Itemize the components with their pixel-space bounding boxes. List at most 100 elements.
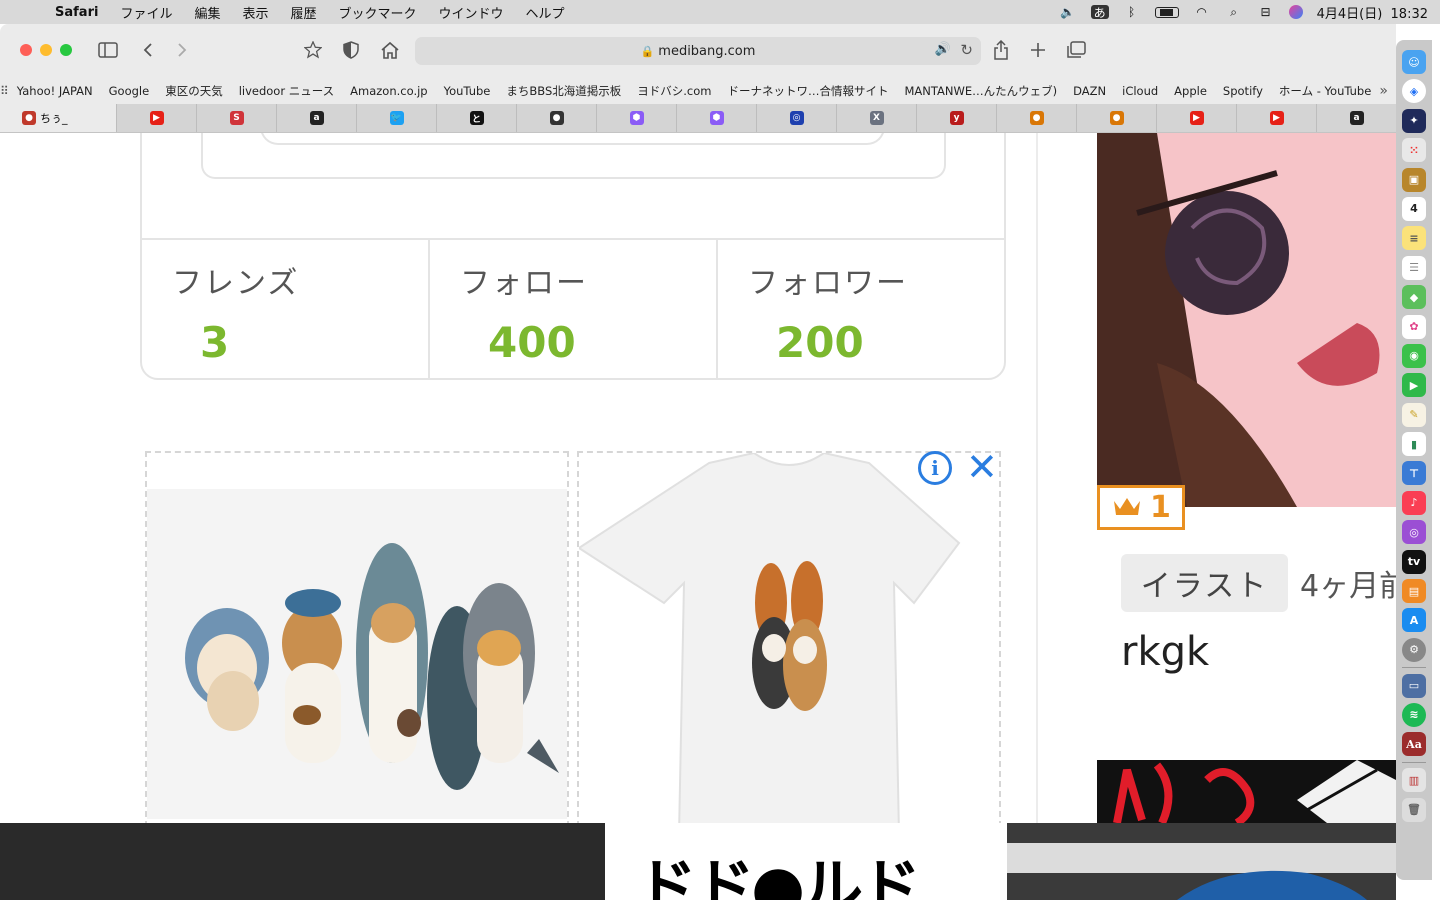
photos-icon[interactable]: ✿ bbox=[1402, 314, 1426, 339]
favorite-link[interactable]: Yahoo! JAPAN bbox=[9, 84, 101, 98]
favorite-link[interactable]: iCloud bbox=[1114, 84, 1166, 98]
favorite-link[interactable]: 東区の天気 bbox=[157, 83, 231, 99]
wifi-icon[interactable]: ◠ bbox=[1193, 5, 1211, 19]
trash-icon[interactable]: 🗑 bbox=[1402, 797, 1426, 822]
address-bar[interactable]: 🔒 medibang.com 🔊 ↻ bbox=[415, 37, 981, 65]
back-button-icon[interactable] bbox=[138, 38, 158, 62]
maps-icon[interactable]: ◆ bbox=[1402, 285, 1426, 310]
facetime-icon[interactable]: ▶ bbox=[1402, 373, 1426, 398]
favorites-grid-icon[interactable]: ⠿ bbox=[0, 84, 9, 98]
ad-info-icon[interactable]: i bbox=[918, 451, 952, 485]
tab-pinned[interactable]: と bbox=[436, 104, 516, 132]
forward-button-icon[interactable] bbox=[172, 38, 192, 62]
books-icon[interactable]: ▤ bbox=[1402, 579, 1426, 604]
freeform-icon[interactable]: ✎ bbox=[1402, 402, 1426, 427]
ad-product-tshirt[interactable] bbox=[577, 451, 1001, 823]
tab-pinned[interactable]: ⬢ bbox=[596, 104, 676, 132]
artwork-title[interactable]: rkgk bbox=[1121, 629, 1209, 675]
music-icon[interactable]: ♪ bbox=[1402, 490, 1426, 515]
favorite-link[interactable]: まちBBS北海道掲示板 bbox=[498, 83, 629, 99]
favorite-link[interactable]: DAZN bbox=[1065, 84, 1114, 98]
tab-pinned[interactable]: ● bbox=[1076, 104, 1156, 132]
launchpad-icon[interactable]: ✦ bbox=[1402, 108, 1426, 133]
dark-banner[interactable] bbox=[0, 823, 605, 900]
favorite-link[interactable]: ホーム - YouTube bbox=[1271, 83, 1379, 99]
tab-active[interactable]: ● ちぅ_ bbox=[0, 104, 116, 132]
tab-pinned[interactable]: X bbox=[836, 104, 916, 132]
ad-close-icon[interactable]: ✕ bbox=[966, 445, 998, 489]
favorite-link[interactable]: Apple bbox=[1166, 84, 1215, 98]
safari-icon[interactable]: ◈ bbox=[1402, 79, 1426, 104]
sidebar-toggle-icon[interactable] bbox=[96, 38, 120, 62]
volume-icon[interactable]: 🔈 bbox=[1059, 5, 1077, 19]
photo-banner[interactable] bbox=[1007, 823, 1396, 900]
bluetooth-icon[interactable]: ᛒ bbox=[1123, 5, 1141, 19]
menu-help[interactable]: ヘルプ bbox=[515, 3, 576, 22]
menu-bookmarks[interactable]: ブックマーク bbox=[328, 3, 428, 22]
tab-audio-icon[interactable]: 🔊 bbox=[935, 42, 951, 57]
downloads-stack-icon[interactable]: ▥ bbox=[1402, 768, 1426, 793]
tab-pinned[interactable]: ● bbox=[996, 104, 1076, 132]
tab-pinned[interactable]: ◎ bbox=[756, 104, 836, 132]
control-center-icon[interactable]: ⊟ bbox=[1257, 5, 1275, 19]
stat-following[interactable]: フォロー 400 bbox=[428, 240, 716, 378]
apple-tv-icon[interactable]: tv bbox=[1402, 549, 1426, 574]
tab-pinned[interactable]: ▶ bbox=[1236, 104, 1316, 132]
tab-pinned[interactable]: S bbox=[196, 104, 276, 132]
favorite-link[interactable]: ドーナネットワ…合情報サイト bbox=[719, 83, 896, 99]
menu-view[interactable]: 表示 bbox=[231, 3, 279, 22]
messages-icon[interactable]: ◉ bbox=[1402, 343, 1426, 368]
tab-overview-icon[interactable] bbox=[1064, 38, 1088, 62]
menu-edit[interactable]: 編集 bbox=[183, 3, 231, 22]
ad-product-towel[interactable] bbox=[145, 451, 569, 823]
tab-pinned[interactable]: ▶ bbox=[116, 104, 196, 132]
stat-followers[interactable]: フォロワー 200 bbox=[716, 240, 1004, 378]
favorite-link[interactable]: Google bbox=[101, 84, 158, 98]
spotify-icon[interactable]: ≋ bbox=[1402, 702, 1426, 727]
menu-file[interactable]: ファイル bbox=[109, 3, 183, 22]
podcasts-icon[interactable]: ◎ bbox=[1402, 520, 1426, 545]
reminders-icon[interactable]: ☰ bbox=[1402, 255, 1426, 280]
app-store-icon[interactable]: A bbox=[1402, 608, 1426, 633]
bookmark-star-icon[interactable] bbox=[302, 38, 324, 62]
tab-pinned[interactable]: ▶ bbox=[1156, 104, 1236, 132]
numbers-icon[interactable]: ▮ bbox=[1402, 432, 1426, 457]
system-preferences-icon[interactable]: ⚙ bbox=[1402, 637, 1426, 662]
zoom-window-button[interactable] bbox=[60, 44, 72, 56]
menu-window[interactable]: ウインドウ bbox=[428, 3, 515, 22]
favorite-link[interactable]: Amazon.co.jp bbox=[342, 84, 435, 98]
tab-pinned[interactable]: 🐦 bbox=[356, 104, 436, 132]
favorite-link[interactable]: ヨドバシ.com bbox=[629, 83, 719, 99]
tab-pinned[interactable]: ● bbox=[516, 104, 596, 132]
favorite-link[interactable]: Spotify bbox=[1215, 84, 1271, 98]
spotlight-search-icon[interactable]: ⌕ bbox=[1225, 5, 1243, 19]
contacts-icon[interactable]: ▣ bbox=[1402, 167, 1426, 192]
tab-pinned[interactable]: a bbox=[276, 104, 356, 132]
share-icon[interactable] bbox=[990, 38, 1012, 62]
input-method-icon[interactable]: あ bbox=[1090, 5, 1109, 20]
home-icon[interactable] bbox=[378, 38, 402, 62]
new-tab-icon[interactable] bbox=[1027, 38, 1049, 62]
keynote-icon[interactable]: ⊤ bbox=[1402, 461, 1426, 486]
calendar-icon[interactable]: 4 bbox=[1402, 196, 1426, 221]
menu-history[interactable]: 履歴 bbox=[279, 3, 327, 22]
tab-pinned[interactable]: y bbox=[916, 104, 996, 132]
app-grid-icon[interactable]: ⁙ bbox=[1402, 138, 1426, 163]
close-window-button[interactable] bbox=[20, 44, 32, 56]
ranking-artwork-thumbnail[interactable] bbox=[1097, 133, 1396, 507]
favorite-link[interactable]: livedoor ニュース bbox=[231, 83, 342, 99]
stat-friends[interactable]: フレンズ 3 bbox=[142, 240, 428, 378]
favorite-link[interactable]: YouTube bbox=[436, 84, 499, 98]
remote-desktop-icon[interactable]: ▭ bbox=[1402, 673, 1426, 698]
notes-icon[interactable]: ≡ bbox=[1402, 226, 1426, 251]
battery-icon[interactable] bbox=[1154, 6, 1179, 18]
tab-pinned[interactable]: ⬢ bbox=[676, 104, 756, 132]
category-tag-button[interactable]: イラスト bbox=[1121, 554, 1288, 612]
finder-icon[interactable]: ☺ bbox=[1402, 50, 1426, 74]
next-artwork-thumbnail[interactable] bbox=[1097, 760, 1396, 823]
favorite-link[interactable]: MANTANWE…んたんウェブ) bbox=[896, 83, 1065, 99]
tab-pinned[interactable]: a bbox=[1316, 104, 1396, 132]
brand-banner[interactable]: ドド●ルド bbox=[605, 823, 1007, 900]
dictionary-icon[interactable]: Aa bbox=[1402, 732, 1426, 757]
siri-icon[interactable] bbox=[1288, 5, 1303, 19]
